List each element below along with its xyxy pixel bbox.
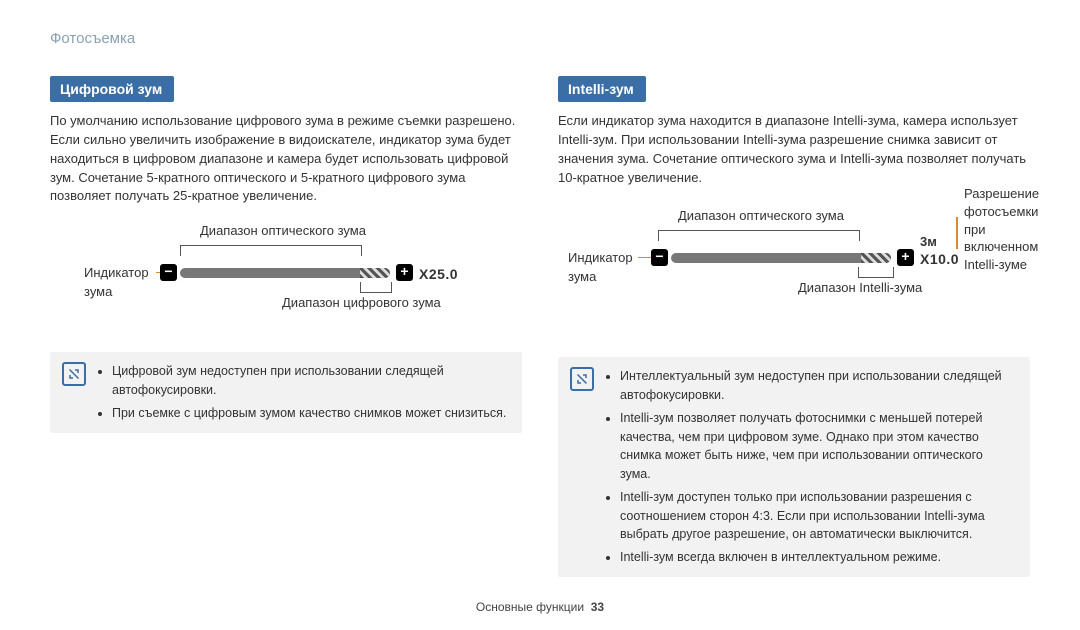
zoom-out-icon: − [160, 264, 177, 281]
zoom-value: X25.0 [419, 264, 458, 284]
columns: Цифровой зум По умолчанию использование … [50, 76, 1030, 577]
note-icon [570, 367, 594, 391]
zoom-diagram-intelli: Диапазон оптического зума Индикаторзума … [558, 207, 1030, 347]
note-box-intelli: Интеллектуальный зум недоступен при испо… [558, 357, 1030, 577]
para-digital: По умолчанию использование цифрового зум… [50, 112, 522, 206]
footer-section: Основные функции [476, 600, 584, 614]
bracket-digital [360, 282, 392, 293]
label-optical-range: Диапазон оптического зума [200, 222, 366, 241]
note-box-digital: Цифровой зум недоступен при использовани… [50, 352, 522, 432]
label-optical-range: Диапазон оптического зума [678, 207, 844, 226]
note-item: Intelli-зум всегда включен в интеллектуа… [620, 548, 1016, 567]
label-zoom-indicator: Индикаторзума [84, 264, 149, 302]
bracket-optical [180, 245, 362, 256]
para-intelli: Если индикатор зума находится в диапазон… [558, 112, 1030, 187]
label-zoom-indicator: Индикаторзума [568, 249, 633, 287]
zoom-diagram-digital: Диапазон оптического зума Индикаторзума … [50, 222, 522, 342]
note-item: Цифровой зум недоступен при использовани… [112, 362, 508, 400]
zoom-bar [180, 268, 390, 278]
manual-page: { "header": "Фотосъемка", "footer": {"se… [0, 0, 1080, 630]
zoom-in-icon: + [897, 249, 914, 266]
note-item: Intelli-зум позволяет получать фотоснимк… [620, 409, 1016, 484]
page-header: Фотосъемка [50, 28, 1030, 50]
page-footer: Основные функции 33 [0, 599, 1080, 616]
note-icon [62, 362, 86, 386]
label-intelli-range: Диапазон Intelli-зума [798, 279, 922, 298]
note-item: Интеллектуальный зум недоступен при испо… [620, 367, 1016, 405]
resolution-value: 3м [920, 233, 937, 252]
zoom-out-icon: − [651, 249, 668, 266]
label-digital-range: Диапазон цифрового зума [282, 294, 441, 313]
zoom-value: X10.0 [920, 249, 959, 269]
col-digital-zoom: Цифровой зум По умолчанию использование … [50, 76, 522, 577]
note-item: При съемке с цифровым зумом качество сни… [112, 404, 508, 423]
zoom-bar [671, 253, 891, 263]
pointer-line-resolution [956, 217, 958, 249]
label-resolution: Разрешениефотосъемки привключенном Intel… [964, 185, 1039, 273]
bracket-intelli [858, 267, 894, 278]
col-intelli-zoom: Intelli-зум Если индикатор зума находитс… [558, 76, 1030, 577]
section-title-intelli: Intelli-зум [558, 76, 646, 102]
note-item: Intelli-зум доступен только при использо… [620, 488, 1016, 544]
section-title-digital: Цифровой зум [50, 76, 174, 102]
bracket-optical [658, 230, 860, 241]
zoom-in-icon: + [396, 264, 413, 281]
footer-page: 33 [591, 600, 604, 614]
